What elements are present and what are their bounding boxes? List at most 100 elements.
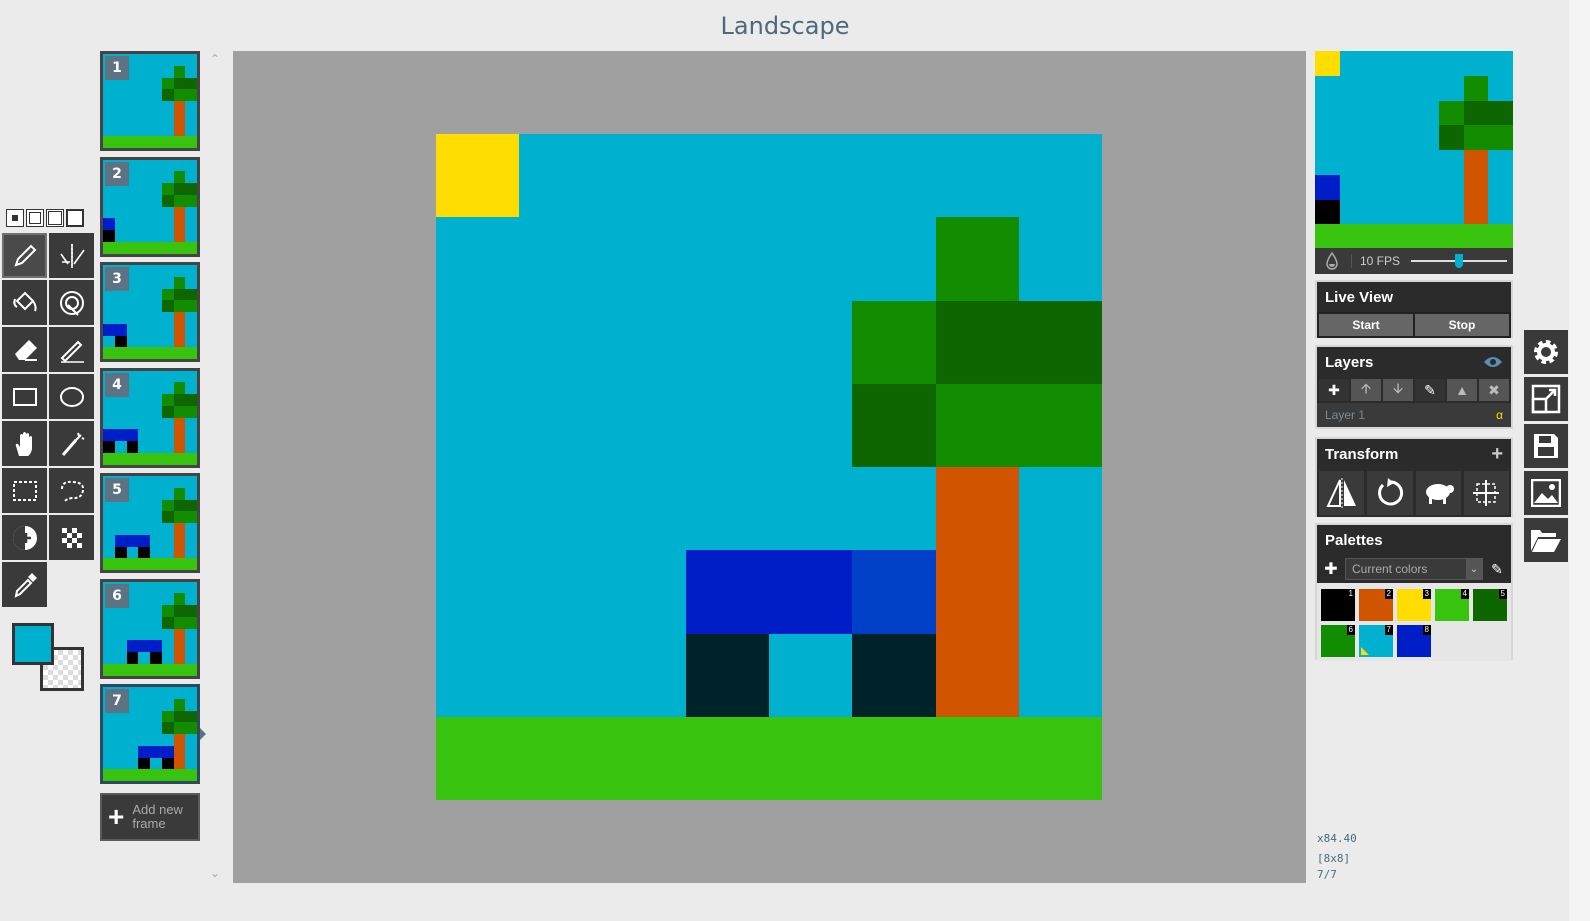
pixel xyxy=(173,405,197,418)
pixel xyxy=(173,616,197,629)
palette-swatch[interactable]: 4 xyxy=(1435,589,1469,621)
pixel xyxy=(103,558,197,570)
page-scrollbar[interactable] xyxy=(1569,0,1590,921)
pixel xyxy=(1463,100,1513,126)
shape-selection-tool[interactable] xyxy=(49,421,94,466)
frame-thumbnail[interactable]: 6 xyxy=(100,578,200,679)
palette-swatch[interactable]: 6 xyxy=(1321,625,1355,657)
delete-layer-button[interactable]: ✖ xyxy=(1479,379,1509,401)
open-folder-icon xyxy=(1531,530,1561,552)
palette-swatch[interactable]: 7 xyxy=(1359,625,1393,657)
color-picker-tool[interactable] xyxy=(2,562,47,607)
add-palette-plus-icon[interactable]: ✚ xyxy=(1321,559,1341,579)
frames-scroll-down-icon[interactable]: ⌄ xyxy=(210,866,220,880)
resize-button[interactable] xyxy=(1524,377,1568,421)
center-button[interactable] xyxy=(1463,471,1509,515)
export-image-icon xyxy=(1531,479,1561,507)
frame-number: 6 xyxy=(105,583,129,608)
pixel xyxy=(161,722,174,734)
import-button[interactable] xyxy=(1524,518,1568,562)
swatch-number: 4 xyxy=(1460,589,1469,599)
clone-button[interactable] xyxy=(1415,471,1461,515)
primary-color[interactable] xyxy=(12,623,54,665)
flip-button[interactable] xyxy=(1319,471,1365,515)
pixel xyxy=(161,183,174,195)
palette-swatch[interactable]: 5 xyxy=(1473,589,1507,621)
pixel xyxy=(173,394,197,406)
paint-all-same-pixels-tool[interactable] xyxy=(49,280,94,325)
live-view-panel: Live View Start Stop xyxy=(1315,280,1513,338)
merge-layer-button[interactable]: ▲ xyxy=(1447,379,1477,401)
layers-panel: Layers ✚ 🡩 🡫 ✎ ▲ ✖ Layer 1 α xyxy=(1315,345,1513,429)
rename-layer-button[interactable]: ✎ xyxy=(1415,379,1445,401)
pixel xyxy=(173,65,186,78)
rotate-button[interactable] xyxy=(1367,471,1413,515)
pen-tool[interactable] xyxy=(2,233,47,278)
move-tool[interactable] xyxy=(2,421,47,466)
lighten-icon xyxy=(12,525,37,550)
eye-icon[interactable] xyxy=(1483,355,1503,369)
lighten-tool[interactable] xyxy=(2,515,47,560)
pixel xyxy=(161,300,174,312)
swatch-number: 5 xyxy=(1498,589,1507,599)
fps-slider-knob[interactable] xyxy=(1455,254,1463,268)
pixel xyxy=(138,745,174,758)
frame-thumbnail[interactable]: 7 xyxy=(100,684,200,784)
palette-select[interactable]: Current colors ⌄ xyxy=(1345,558,1483,580)
pixel xyxy=(173,171,186,183)
circle-tool[interactable] xyxy=(49,374,94,419)
eraser-tool[interactable] xyxy=(2,327,47,372)
pixel xyxy=(685,633,769,717)
export-button[interactable] xyxy=(1524,471,1568,515)
stroke-tool[interactable] xyxy=(49,327,94,372)
pen-size-1[interactable] xyxy=(6,209,24,227)
add-new-frame-button[interactable]: + Add new frame xyxy=(100,793,200,841)
onion-skin-icon[interactable] xyxy=(1323,252,1341,270)
pen-size-2[interactable] xyxy=(26,209,44,227)
pixel xyxy=(161,394,174,406)
palette-swatch[interactable]: 2 xyxy=(1359,589,1393,621)
frame-thumbnail[interactable]: 3 xyxy=(100,262,200,362)
frame-thumbnail[interactable]: 4 xyxy=(100,367,200,468)
lasso-icon xyxy=(60,480,84,503)
pixel xyxy=(103,769,197,781)
layer-opacity-icon[interactable]: α xyxy=(1496,408,1503,422)
live-view-stop-button[interactable]: Stop xyxy=(1415,314,1509,336)
primary-marker-icon xyxy=(1361,647,1369,655)
drawing-area[interactable] xyxy=(233,51,1306,883)
lasso-selection-tool[interactable] xyxy=(49,468,94,513)
frame-thumbnail[interactable]: 2 xyxy=(100,156,200,257)
frame-thumbnail[interactable]: 1 xyxy=(100,51,200,151)
pen-size-3[interactable] xyxy=(46,209,64,227)
frames-scroll-up-icon[interactable]: ⌃ xyxy=(210,52,220,66)
pixel xyxy=(1315,174,1340,200)
rect-select-icon xyxy=(12,480,37,501)
settings-button[interactable] xyxy=(1524,330,1568,374)
edit-palette-pencil-icon[interactable]: ✎ xyxy=(1487,561,1507,578)
pixel-canvas[interactable] xyxy=(436,134,1102,800)
layer-row[interactable]: Layer 1 α xyxy=(1317,403,1511,427)
palette-swatch[interactable]: 3 xyxy=(1397,589,1431,621)
pixel xyxy=(103,323,127,336)
move-layer-down-button[interactable]: 🡫 xyxy=(1383,379,1413,401)
palettes-panel: Palettes ✚ Current colors ⌄ ✎ 1 2 3 4 5 6 7 8 xyxy=(1315,523,1513,661)
pen-size-4[interactable] xyxy=(66,209,84,227)
live-view-start-button[interactable]: Start xyxy=(1319,314,1413,336)
paint-bucket-tool[interactable] xyxy=(2,280,47,325)
pixel xyxy=(173,382,186,394)
save-button[interactable] xyxy=(1524,424,1568,468)
vertical-mirror-pen-tool[interactable] xyxy=(49,233,94,278)
palette-swatch[interactable]: 8 xyxy=(1397,625,1431,657)
rectangle-selection-tool[interactable] xyxy=(2,468,47,513)
dithering-tool[interactable] xyxy=(49,515,94,560)
rectangle-tool[interactable] xyxy=(2,374,47,419)
add-layer-button[interactable]: ✚ xyxy=(1319,379,1349,401)
color-selector xyxy=(12,623,86,693)
plus-icon[interactable]: + xyxy=(1491,443,1503,466)
palette-swatch[interactable]: 1 xyxy=(1321,589,1355,621)
pixel xyxy=(161,499,174,512)
magic-bucket-icon xyxy=(59,290,84,316)
frame-thumbnail[interactable]: 5 xyxy=(100,473,200,573)
fps-slider[interactable] xyxy=(1411,254,1507,268)
move-layer-up-button[interactable]: 🡩 xyxy=(1351,379,1381,401)
